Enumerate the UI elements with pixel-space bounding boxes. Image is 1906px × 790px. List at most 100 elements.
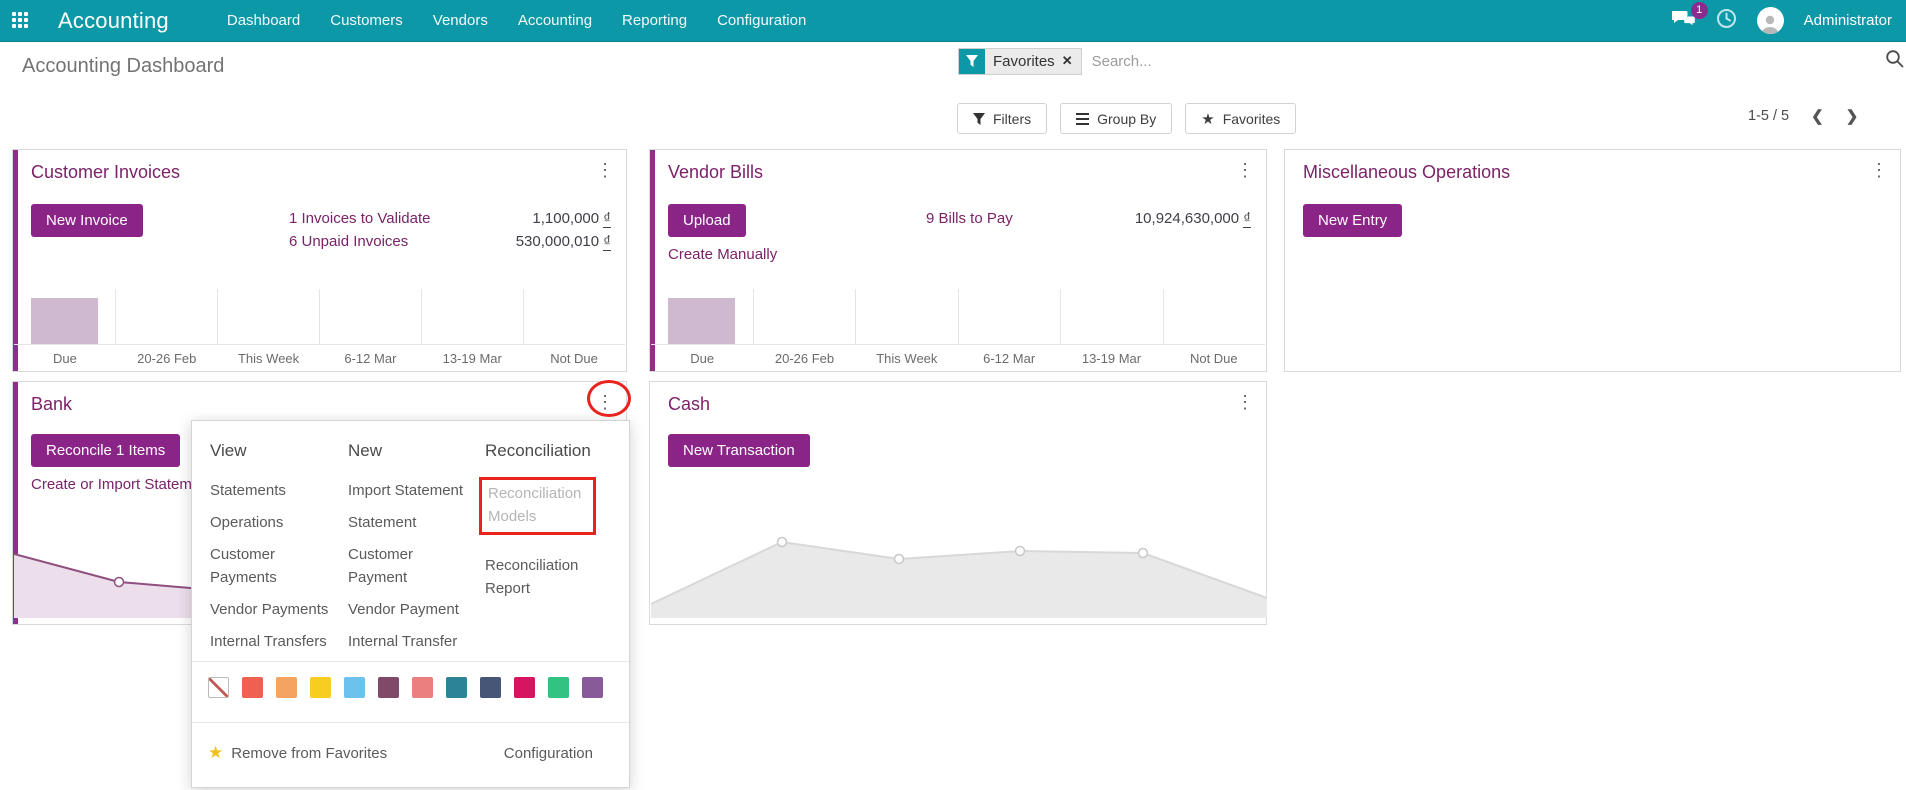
search-icon[interactable]	[1885, 49, 1904, 73]
card-vendor-bills: Vendor Bills ⋮ Upload Create Manually 9 …	[649, 149, 1267, 372]
card-title: Cash	[668, 394, 710, 415]
swatch-color[interactable]	[242, 677, 263, 698]
search-bar[interactable]: Favorites ✕ Search...	[958, 46, 1904, 76]
card-title: Customer Invoices	[31, 162, 180, 183]
favorites-button[interactable]: ★ Favorites	[1185, 103, 1296, 134]
menu-item-customer-payment[interactable]: Customer Payment	[348, 543, 413, 589]
invoices-to-validate-link[interactable]: 1 Invoices to Validate	[289, 207, 430, 230]
kebab-menu-icon[interactable]: ⋮	[596, 392, 614, 412]
group-by-button[interactable]: Group By	[1060, 103, 1172, 134]
kebab-menu-icon[interactable]: ⋮	[1236, 392, 1254, 412]
card-title: Miscellaneous Operations	[1303, 162, 1510, 183]
journal-color-picker	[208, 677, 603, 698]
menu-section-new: New	[348, 441, 476, 461]
remove-from-favorites-item[interactable]: ★ Remove from Favorites	[208, 743, 387, 763]
group-by-icon	[1076, 113, 1089, 125]
chart-axis-labels: Due 20-26 Feb This Week 6-12 Mar 13-19 M…	[14, 351, 625, 366]
menu-configuration[interactable]: Configuration	[717, 12, 806, 29]
menu-item-internal-transfer[interactable]: Internal Transfer	[348, 630, 476, 653]
pager-range: 1-5 / 5	[1748, 108, 1789, 124]
menu-accounting[interactable]: Accounting	[518, 12, 592, 29]
top-menu: Dashboard Customers Vendors Accounting R…	[227, 12, 806, 29]
top-navbar: Accounting Dashboard Customers Vendors A…	[0, 0, 1906, 42]
currency-symbol: ₫	[603, 233, 611, 251]
filters-funnel-icon	[973, 113, 985, 125]
favorite-star-icon: ★	[208, 743, 223, 763]
filter-funnel-icon	[959, 49, 985, 74]
menu-section-view: View	[210, 441, 332, 461]
swatch-color[interactable]	[276, 677, 297, 698]
annotation-red-box: Reconciliation Models	[479, 477, 596, 535]
swatch-color[interactable]	[378, 677, 399, 698]
menu-item-customer-payments[interactable]: Customer Payments	[210, 543, 277, 589]
card-title: Vendor Bills	[668, 162, 763, 183]
activities-clock-icon[interactable]	[1716, 8, 1737, 34]
facet-label: Favorites	[993, 53, 1055, 70]
currency-symbol: ₫	[603, 210, 611, 228]
search-facet-favorites[interactable]: Favorites ✕	[958, 48, 1082, 75]
new-invoice-button[interactable]: New Invoice	[31, 204, 143, 237]
bills-to-pay-link[interactable]: 9 Bills to Pay	[926, 207, 1013, 230]
unpaid-invoices-link[interactable]: 6 Unpaid Invoices	[289, 230, 408, 253]
swatch-no-color[interactable]	[208, 677, 229, 698]
kebab-menu-icon[interactable]: ⋮	[1870, 160, 1888, 180]
card-title: Bank	[31, 394, 72, 415]
messages-icon[interactable]: 1	[1672, 9, 1696, 33]
menu-item-reconciliation-models[interactable]: Reconciliation Models	[488, 482, 581, 528]
star-icon: ★	[1201, 110, 1214, 128]
upload-button[interactable]: Upload	[668, 204, 746, 237]
facet-remove-icon[interactable]: ✕	[1062, 53, 1073, 69]
swatch-color[interactable]	[548, 677, 569, 698]
create-manually-link[interactable]: Create Manually	[668, 246, 777, 263]
menu-item-operations[interactable]: Operations	[210, 511, 332, 534]
menu-item-internal-transfers[interactable]: Internal Transfers	[210, 630, 332, 653]
page-title: Accounting Dashboard	[22, 55, 224, 78]
new-entry-button[interactable]: New Entry	[1303, 204, 1402, 237]
pager-prev-button[interactable]: ❮	[1811, 107, 1824, 125]
search-input[interactable]: Search...	[1092, 53, 1885, 70]
menu-item-configuration[interactable]: Configuration	[504, 745, 593, 762]
swatch-color[interactable]	[412, 677, 433, 698]
user-name[interactable]: Administrator	[1804, 12, 1892, 29]
card-misc-operations: Miscellaneous Operations ⋮ New Entry	[1284, 149, 1901, 372]
apps-menu-icon[interactable]	[12, 12, 30, 30]
swatch-color[interactable]	[446, 677, 467, 698]
cash-balance-sparkline	[651, 522, 1267, 623]
bills-aging-chart[interactable]	[651, 289, 1265, 345]
new-transaction-button[interactable]: New Transaction	[668, 434, 810, 467]
menu-item-statements[interactable]: Statements	[210, 479, 332, 502]
menu-divider	[192, 661, 629, 662]
bank-card-dropdown-menu: View Statements Operations Customer Paym…	[191, 420, 630, 788]
card-cash: Cash ⋮ New Transaction	[649, 381, 1267, 625]
swatch-color[interactable]	[310, 677, 331, 698]
menu-vendors[interactable]: Vendors	[433, 12, 488, 29]
filters-button[interactable]: Filters	[957, 103, 1047, 134]
menu-item-vendor-payments[interactable]: Vendor Payments	[210, 598, 332, 621]
menu-section-reconciliation: Reconciliation	[485, 441, 621, 461]
menu-item-import-statement[interactable]: Import Statement	[348, 479, 476, 502]
chart-axis-labels: Due 20-26 Feb This Week 6-12 Mar 13-19 M…	[651, 351, 1265, 366]
kebab-menu-icon[interactable]: ⋮	[1236, 160, 1254, 180]
kebab-menu-icon[interactable]: ⋮	[596, 160, 614, 180]
menu-reporting[interactable]: Reporting	[622, 12, 687, 29]
swatch-color[interactable]	[582, 677, 603, 698]
pager-next-button[interactable]: ❯	[1846, 107, 1859, 125]
card-customer-invoices: Customer Invoices ⋮ New Invoice 1 Invoic…	[12, 149, 627, 372]
invoices-aging-chart[interactable]	[14, 289, 625, 345]
menu-dashboard[interactable]: Dashboard	[227, 12, 300, 29]
menu-item-reconciliation-report[interactable]: Reconciliation Report	[485, 554, 578, 600]
swatch-color[interactable]	[514, 677, 535, 698]
messages-count-badge: 1	[1691, 2, 1708, 19]
chart-bar[interactable]	[31, 298, 98, 344]
menu-item-statement[interactable]: Statement	[348, 511, 476, 534]
menu-item-vendor-payment[interactable]: Vendor Payment	[348, 598, 476, 621]
app-title: Accounting	[58, 8, 169, 34]
currency-symbol: ₫	[1243, 210, 1251, 228]
swatch-color[interactable]	[480, 677, 501, 698]
chart-bar[interactable]	[668, 298, 735, 344]
menu-customers[interactable]: Customers	[330, 12, 403, 29]
reconcile-items-button[interactable]: Reconcile 1 Items	[31, 434, 180, 467]
user-avatar[interactable]	[1757, 7, 1784, 34]
swatch-color[interactable]	[344, 677, 365, 698]
menu-divider	[192, 722, 629, 723]
